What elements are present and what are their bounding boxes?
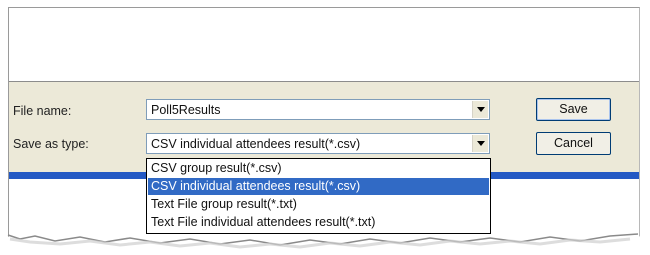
file-list-area[interactable] [9, 8, 639, 82]
file-name-label: File name: [13, 104, 72, 118]
chevron-down-icon [477, 141, 485, 146]
dialog-frame: File name: Poll5Results Save as type: CS… [8, 7, 640, 242]
dropdown-option[interactable]: CSV group result(*.csv) [148, 160, 489, 177]
save-dialog-screenshot: File name: Poll5Results Save as type: CS… [0, 0, 650, 255]
file-name-dropdown-button[interactable] [472, 101, 488, 118]
file-name-value: Poll5Results [151, 103, 221, 117]
save-as-type-select[interactable]: CSV individual attendees result(*.csv) [146, 133, 490, 154]
save-as-type-dropdown-list[interactable]: CSV group result(*.csv) CSV individual a… [146, 158, 491, 234]
save-as-type-value: CSV individual attendees result(*.csv) [151, 137, 361, 151]
cancel-button[interactable]: Cancel [536, 132, 611, 155]
save-as-type-label: Save as type: [13, 137, 89, 151]
torn-edge-decoration [0, 233, 650, 255]
save-button[interactable]: Save [536, 98, 611, 121]
file-name-field[interactable]: Poll5Results [146, 99, 490, 120]
dropdown-option[interactable]: Text File group result(*.txt) [148, 196, 489, 213]
dropdown-option[interactable]: Text File individual attendees result(*.… [148, 214, 489, 231]
save-as-type-dropdown-button[interactable] [472, 135, 488, 152]
chevron-down-icon [477, 107, 485, 112]
dropdown-option-selected[interactable]: CSV individual attendees result(*.csv) [148, 178, 489, 195]
